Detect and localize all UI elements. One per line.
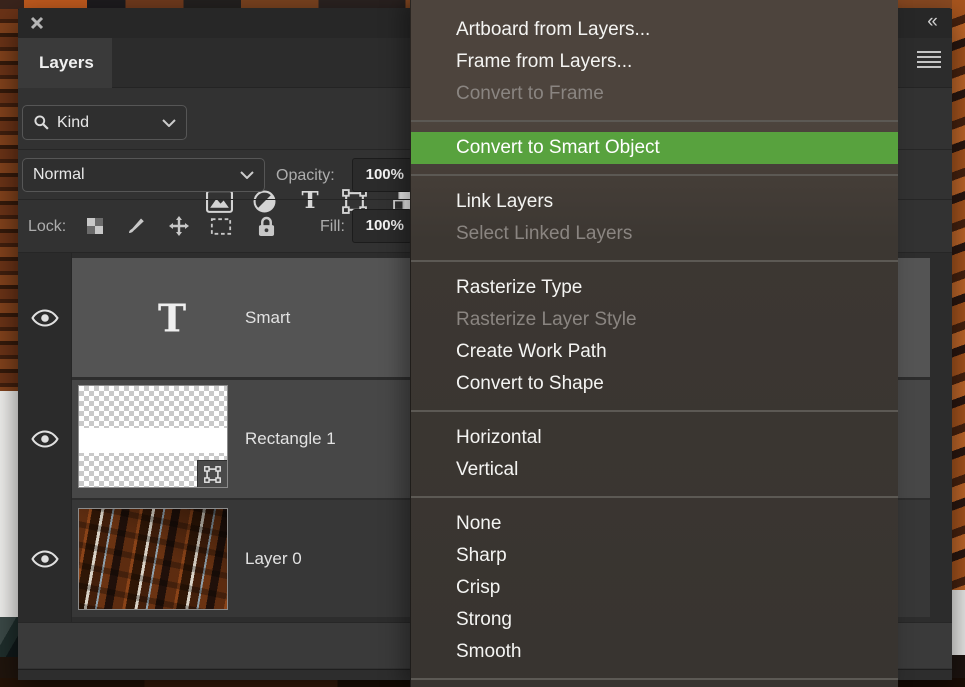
menu-divider [411,120,898,122]
filter-kind-dropdown[interactable]: Kind [22,105,187,140]
desktop-background-left [0,9,18,391]
opacity-value-field[interactable]: 100% [352,158,412,192]
layer-name[interactable]: Smart [245,308,290,328]
shape-layer-badge-icon [197,460,227,487]
desktop-background-left-white [0,391,18,617]
lock-transparency-icon[interactable] [84,215,106,237]
layer-thumbnail[interactable] [78,508,228,610]
menu-item-vertical[interactable]: Vertical [411,454,898,486]
menu-item-rasterize-type[interactable]: Rasterize Type [411,272,898,304]
menu-divider [411,260,898,262]
menu-divider [411,174,898,176]
menu-divider [411,678,898,680]
blend-mode-dropdown[interactable]: Normal [22,158,265,192]
visibility-eye-icon[interactable] [31,309,59,327]
menu-item-convert-to-shape[interactable]: Convert to Shape [411,368,898,400]
desktop-background-left-teal [0,617,18,657]
desktop-background-right-white [952,590,965,655]
layer-thumbnail[interactable] [78,385,228,488]
menu-item-frame-from-layers[interactable]: Frame from Layers... [411,46,898,78]
menu-item-link-layers[interactable]: Link Layers [411,186,898,218]
menu-item-none[interactable]: None [411,508,898,540]
layer-name[interactable]: Rectangle 1 [245,429,336,449]
tab-layers[interactable]: Layers [18,38,112,88]
lock-all-padlock-icon[interactable] [255,215,277,237]
menu-item-rasterize-layer-style: Rasterize Layer Style [411,304,898,336]
layer-context-menu: Artboard from Layers... Frame from Layer… [410,0,898,687]
collapse-panel-icon[interactable]: « [914,9,948,35]
desktop-background-right [952,0,965,590]
menu-item-artboard-from-layers[interactable]: Artboard from Layers... [411,14,898,46]
visibility-eye-icon[interactable] [31,430,59,448]
lock-position-move-icon[interactable] [168,215,190,237]
thumbnail-white-stripe [79,428,227,452]
menu-item-create-work-path[interactable]: Create Work Path [411,336,898,368]
menu-item-sharp[interactable]: Sharp [411,540,898,572]
menu-item-select-linked-layers: Select Linked Layers [411,218,898,250]
menu-item-smooth[interactable]: Smooth [411,636,898,668]
layer-name[interactable]: Layer 0 [245,549,302,569]
lock-artboard-icon[interactable] [210,215,232,237]
search-icon [33,114,50,131]
fill-label: Fill: [320,218,345,236]
panel-menu-icon[interactable] [917,51,941,68]
menu-item-convert-to-frame: Convert to Frame [411,78,898,110]
menu-item-crisp[interactable]: Crisp [411,572,898,604]
blend-mode-value: Normal [33,166,240,184]
menu-item-horizontal[interactable]: Horizontal [411,422,898,454]
lock-label: Lock: [28,218,66,236]
opacity-label: Opacity: [276,167,335,185]
menu-divider [411,410,898,412]
layer-list-right-gutter [930,253,952,622]
menu-item-strong[interactable]: Strong [411,604,898,636]
chevron-down-icon [240,171,254,179]
filter-kind-label: Kind [57,114,155,132]
lock-pixels-brush-icon[interactable] [125,215,147,237]
menu-divider [411,496,898,498]
photoshop-workspace: « Layers Kind [0,0,965,687]
chevron-down-icon [162,119,176,127]
fill-value-field[interactable]: 100% [352,209,412,243]
menu-item-convert-to-smart-object[interactable]: Convert to Smart Object [411,132,898,164]
type-layer-icon: T [142,295,202,340]
visibility-eye-icon[interactable] [31,550,59,568]
close-icon[interactable] [29,15,45,31]
